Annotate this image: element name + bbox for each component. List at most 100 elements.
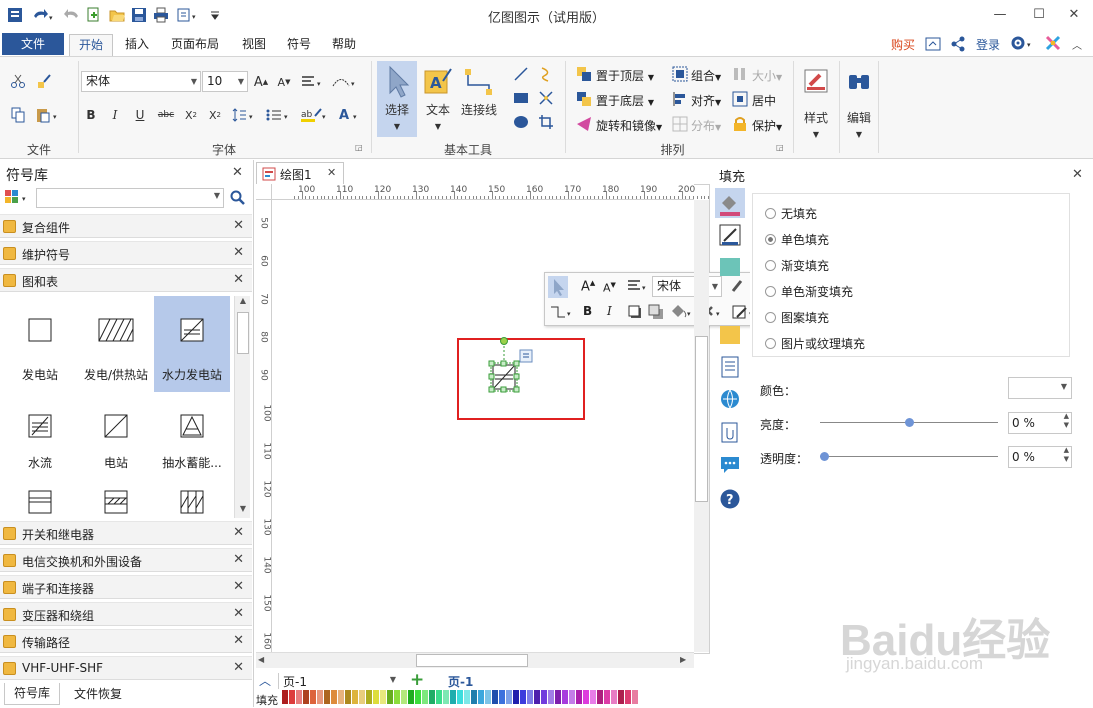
- lock-icon[interactable]: [731, 115, 749, 133]
- close-button[interactable]: ✕: [1059, 4, 1089, 24]
- symbol-water-flow[interactable]: 水流: [2, 392, 78, 488]
- palette-swatch[interactable]: [527, 690, 533, 704]
- palette-swatch[interactable]: [352, 690, 358, 704]
- scrollbar-thumb[interactable]: [237, 312, 249, 354]
- close-icon[interactable]: ✕: [233, 272, 244, 287]
- palette-swatch[interactable]: [429, 690, 435, 704]
- text-align-icon[interactable]: ▾: [300, 72, 326, 92]
- tab-file[interactable]: 文件: [2, 33, 64, 55]
- share-screen-icon[interactable]: [925, 36, 941, 52]
- tab-symbol[interactable]: 符号: [281, 34, 317, 56]
- radio-picture-fill[interactable]: [765, 338, 776, 349]
- palette-swatch[interactable]: [499, 690, 505, 704]
- tab-view[interactable]: 视图: [234, 34, 274, 56]
- italic-button[interactable]: I: [106, 105, 124, 125]
- format-painter-icon[interactable]: [34, 71, 54, 91]
- symbol-partial-1[interactable]: [2, 480, 78, 518]
- palette-swatch[interactable]: [632, 690, 638, 704]
- line-icon[interactable]: [511, 65, 531, 83]
- rotate-mirror-icon[interactable]: [575, 115, 593, 133]
- scroll-down-icon[interactable]: ▼: [236, 504, 250, 518]
- palette-swatch[interactable]: [520, 690, 526, 704]
- comment-icon[interactable]: [719, 454, 741, 476]
- layer-icon[interactable]: [648, 304, 664, 320]
- close-icon[interactable]: ✕: [233, 579, 244, 594]
- font-color-icon[interactable]: A ▾: [336, 105, 364, 125]
- italic-button[interactable]: I: [607, 304, 612, 318]
- close-icon[interactable]: ✕: [233, 525, 244, 540]
- palette-swatch[interactable]: [569, 690, 575, 704]
- hyperlink-icon[interactable]: [719, 388, 741, 410]
- shrink-font-icon[interactable]: A▼: [603, 281, 616, 295]
- pointer-icon[interactable]: [548, 276, 568, 298]
- palette-swatch[interactable]: [359, 690, 365, 704]
- bring-to-front-icon[interactable]: [575, 65, 593, 83]
- canvas-horizontal-scrollbar[interactable]: ◀ ▶: [256, 652, 694, 668]
- symbol-power-station[interactable]: 发电站: [2, 296, 78, 392]
- expand-pages-icon[interactable]: ︿: [259, 672, 271, 689]
- palette-swatch[interactable]: [534, 690, 540, 704]
- attachment-icon[interactable]: [719, 422, 741, 444]
- palette-swatch[interactable]: [387, 690, 393, 704]
- grow-font-icon[interactable]: A▲: [581, 279, 595, 294]
- highlight-color-icon[interactable]: ab ▾: [300, 105, 330, 125]
- symbol-partial-2[interactable]: [78, 480, 154, 518]
- shadow-tab-icon[interactable]: [719, 256, 741, 278]
- palette-swatch[interactable]: [513, 690, 519, 704]
- edit-button[interactable]: 编辑 ▼: [842, 63, 876, 147]
- color-palette[interactable]: [282, 690, 638, 704]
- align-icon[interactable]: [671, 90, 689, 108]
- bullets-icon[interactable]: ▾: [265, 105, 293, 125]
- text-tool-button[interactable]: A 文本 ▼: [420, 61, 456, 137]
- palette-swatch[interactable]: [296, 690, 302, 704]
- tab-page-layout[interactable]: 页面布局: [164, 34, 226, 56]
- bring-to-front-label[interactable]: 置于顶层 ▼: [596, 67, 654, 84]
- paste-icon[interactable]: ▾: [34, 105, 64, 125]
- palette-swatch[interactable]: [555, 690, 561, 704]
- shadow-icon[interactable]: [627, 304, 643, 320]
- category-transmission-path[interactable]: 传输路径 ✕: [0, 629, 252, 653]
- bold-button[interactable]: B: [82, 105, 100, 125]
- category-charts[interactable]: 图和表 ✕: [0, 268, 252, 292]
- collapse-ribbon-icon[interactable]: ︿: [1072, 37, 1082, 52]
- palette-swatch[interactable]: [443, 690, 449, 704]
- tab-symbol-library[interactable]: 符号库: [4, 683, 60, 705]
- palette-swatch[interactable]: [576, 690, 582, 704]
- palette-swatch[interactable]: [478, 690, 484, 704]
- protect-label[interactable]: 保护▼: [752, 117, 782, 134]
- radio-single-gradient-fill[interactable]: [765, 286, 776, 297]
- palette-swatch[interactable]: [331, 690, 337, 704]
- close-icon[interactable]: ✕: [233, 245, 244, 260]
- category-composite[interactable]: 复合组件 ✕: [0, 214, 252, 238]
- underline-button[interactable]: U: [131, 105, 149, 125]
- close-panel-icon[interactable]: ✕: [232, 165, 243, 180]
- text-align-icon[interactable]: ▾: [627, 279, 649, 293]
- library-grid-icon[interactable]: ▾: [4, 189, 34, 207]
- tab-help[interactable]: 帮助: [326, 34, 362, 56]
- palette-swatch[interactable]: [548, 690, 554, 704]
- palette-swatch[interactable]: [492, 690, 498, 704]
- group-icon[interactable]: [671, 65, 689, 83]
- active-page-tab[interactable]: 页-1: [448, 673, 473, 690]
- library-search-input[interactable]: ▼: [36, 188, 224, 208]
- group-label[interactable]: 组合▼: [691, 67, 721, 84]
- scroll-up-icon[interactable]: ▲: [236, 296, 250, 310]
- palette-swatch[interactable]: [541, 690, 547, 704]
- palette-swatch[interactable]: [345, 690, 351, 704]
- palette-swatch[interactable]: [282, 690, 288, 704]
- palette-swatch[interactable]: [604, 690, 610, 704]
- palette-swatch[interactable]: [289, 690, 295, 704]
- category-terminals-connectors[interactable]: 端子和连接器 ✕: [0, 575, 252, 599]
- center-icon[interactable]: [731, 90, 749, 108]
- grow-font-icon[interactable]: A▲: [252, 72, 270, 92]
- document-properties-icon[interactable]: [719, 356, 741, 378]
- palette-swatch[interactable]: [457, 690, 463, 704]
- maximize-button[interactable]: ☐: [1024, 4, 1054, 24]
- selected-shape[interactable]: [486, 334, 536, 398]
- palette-swatch[interactable]: [401, 690, 407, 704]
- palette-swatch[interactable]: [415, 690, 421, 704]
- brightness-slider-thumb[interactable]: [905, 418, 914, 427]
- close-icon[interactable]: ✕: [233, 606, 244, 621]
- category-transformers-windings[interactable]: 变压器和绕组 ✕: [0, 602, 252, 626]
- palette-swatch[interactable]: [408, 690, 414, 704]
